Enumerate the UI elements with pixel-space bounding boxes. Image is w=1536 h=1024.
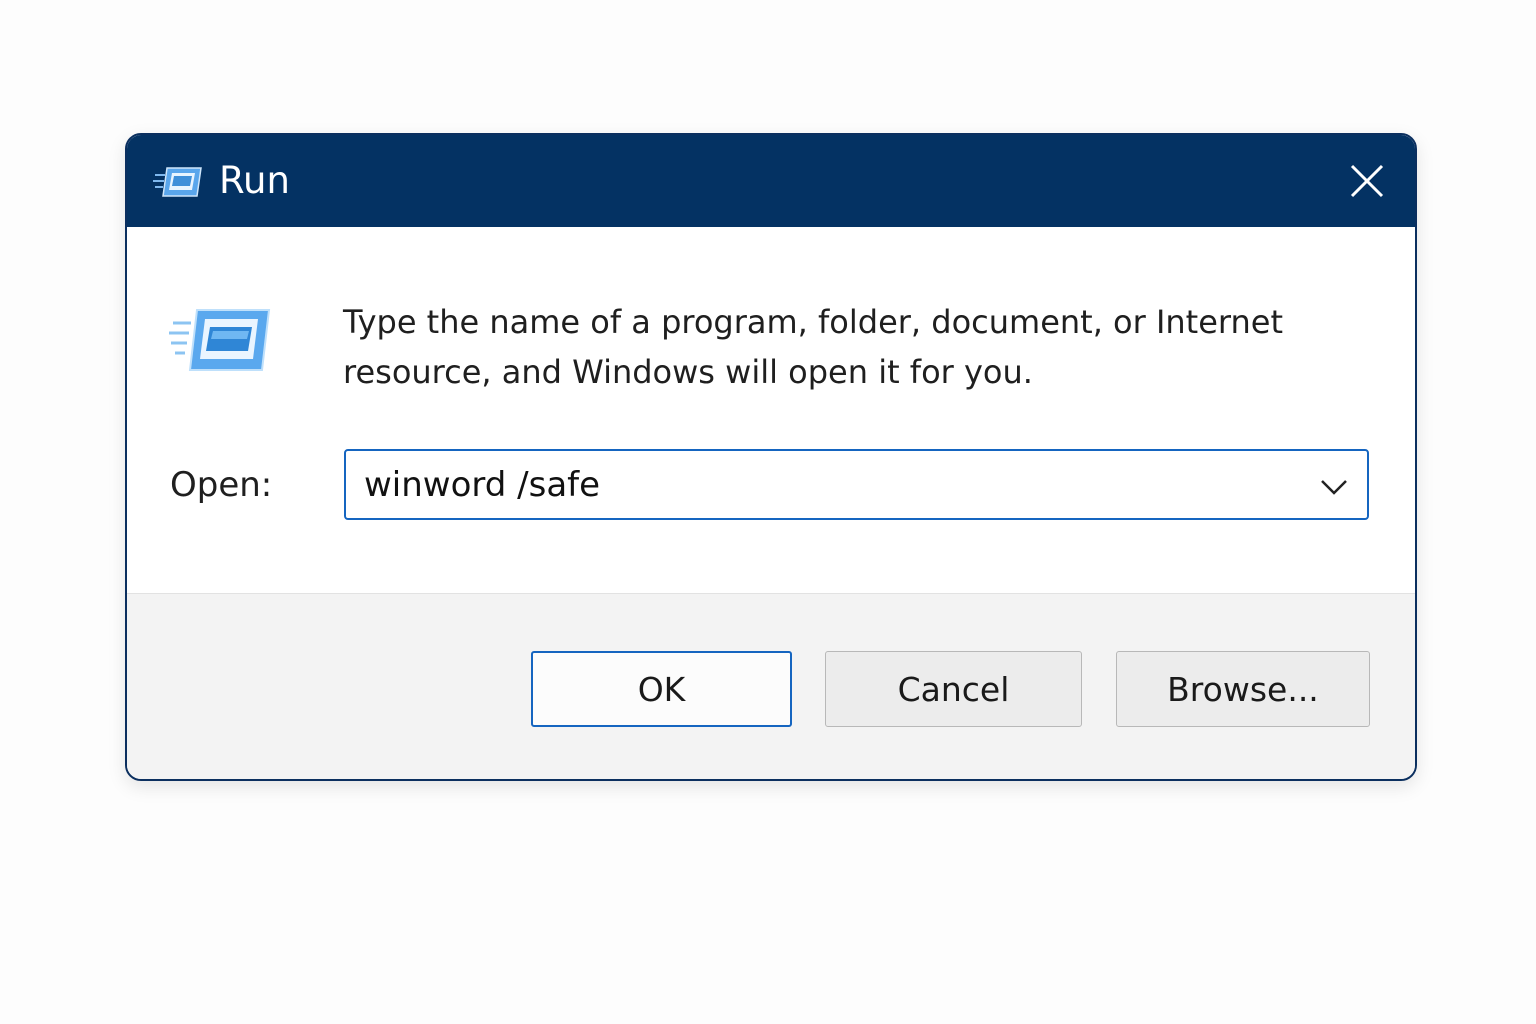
chevron-down-icon — [1321, 480, 1347, 495]
close-icon — [1350, 164, 1384, 198]
open-label: Open: — [170, 465, 273, 505]
title-bar[interactable]: Run — [127, 135, 1415, 227]
button-bar: OK Cancel Browse... — [127, 593, 1415, 779]
run-app-icon — [153, 165, 203, 199]
ok-button[interactable]: OK — [531, 651, 792, 727]
dropdown-button[interactable] — [1317, 471, 1351, 501]
open-combobox[interactable] — [344, 449, 1369, 520]
close-button[interactable] — [1339, 153, 1395, 209]
run-app-icon — [167, 307, 271, 373]
dialog-description: Type the name of a program, folder, docu… — [343, 303, 1284, 391]
run-dialog: Run Type the name of a program, folder, … — [125, 133, 1417, 781]
dialog-content: Type the name of a program, folder, docu… — [127, 227, 1415, 593]
browse-button[interactable]: Browse... — [1116, 651, 1370, 727]
open-input[interactable] — [364, 461, 1284, 509]
cancel-button[interactable]: Cancel — [825, 651, 1082, 727]
window-title: Run — [219, 159, 290, 202]
